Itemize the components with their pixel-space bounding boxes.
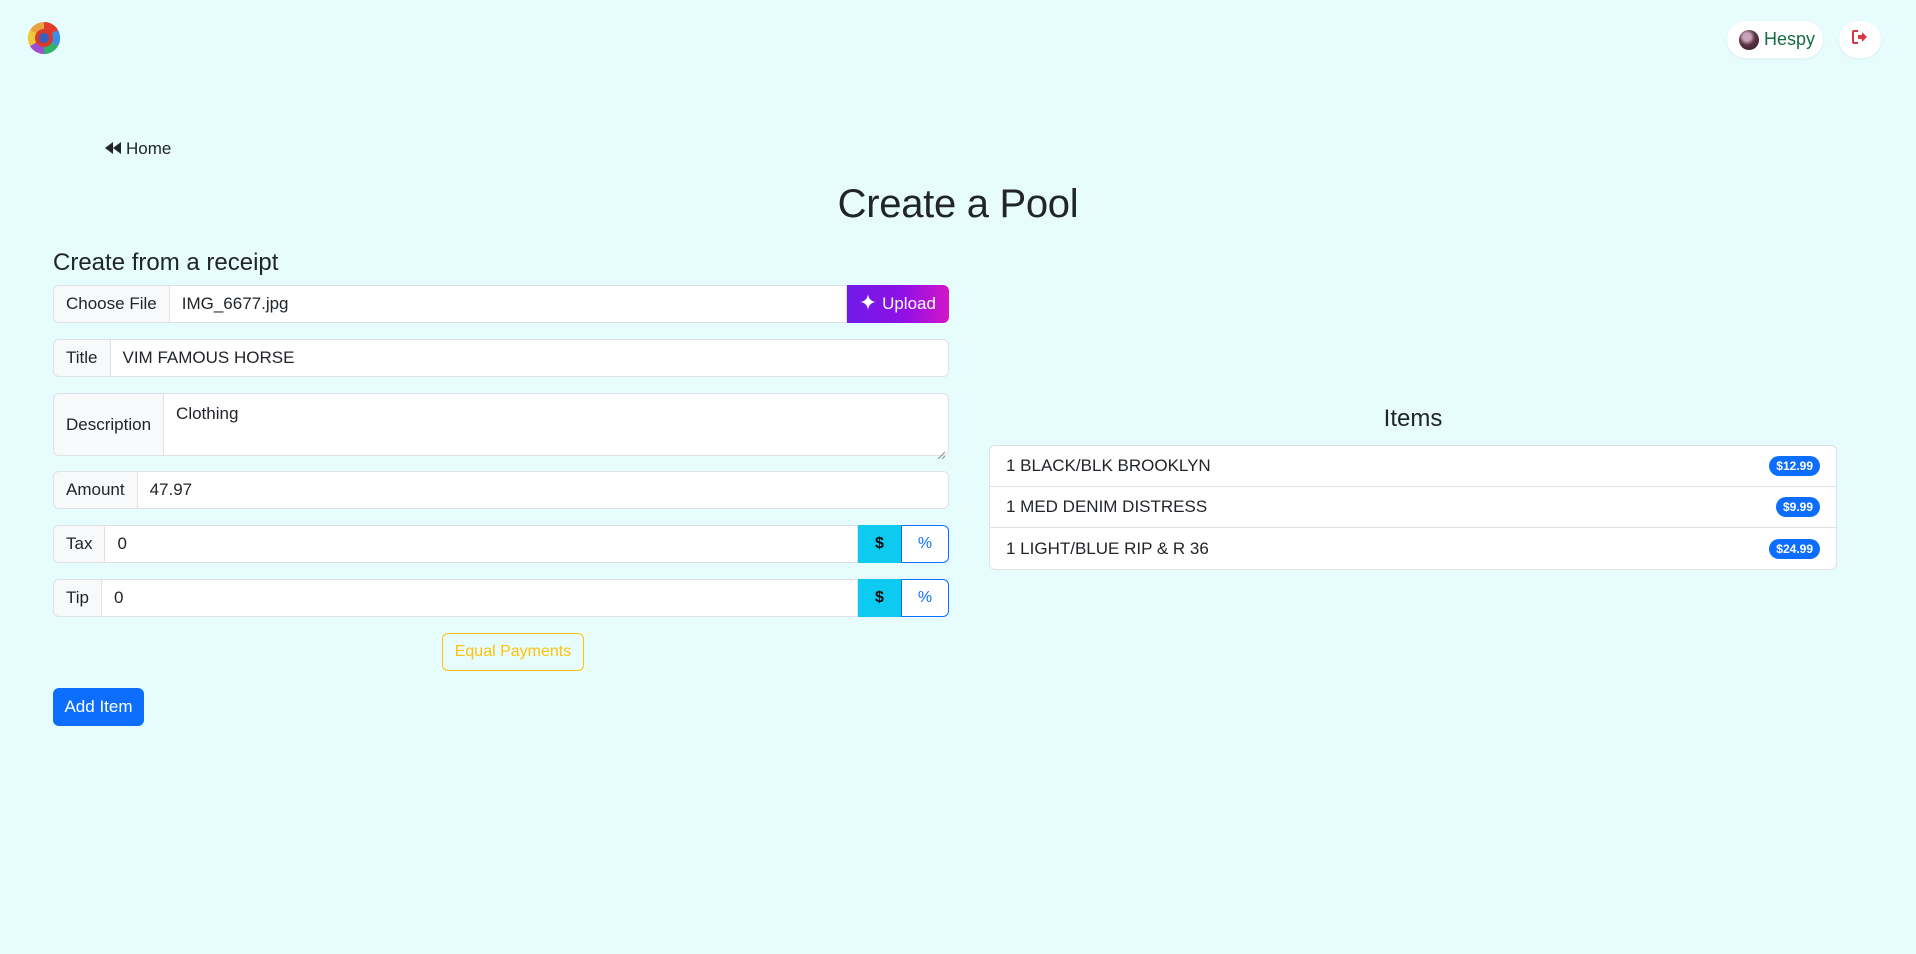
logout-button[interactable]: [1839, 21, 1881, 58]
add-item-button[interactable]: Add Item: [53, 688, 144, 726]
avatar: [1739, 29, 1759, 50]
user-menu-button[interactable]: Hespy: [1727, 21, 1823, 58]
price-badge: $9.99: [1775, 497, 1820, 517]
tip-group: Tip 0 $ %: [53, 579, 949, 617]
tax-input[interactable]: 0: [104, 525, 858, 563]
list-item[interactable]: 1 MED DENIM DISTRESS $9.99: [990, 487, 1836, 528]
file-name-field[interactable]: IMG_6677.jpg: [168, 285, 847, 323]
section-title: Create from a receipt: [53, 249, 279, 276]
description-label: Description: [53, 393, 164, 456]
page-title: Create a Pool: [837, 182, 1079, 226]
description-value: Clothing: [176, 404, 239, 423]
price-badge: $24.99: [1769, 538, 1820, 559]
amount-group: Amount 47.97: [53, 471, 949, 509]
upload-label: Upload: [882, 294, 936, 313]
tip-dollar-toggle[interactable]: $: [858, 579, 901, 617]
list-item[interactable]: 1 BLACK/BLK BROOKLYN $12.99: [990, 446, 1836, 487]
item-name: 1 LIGHT/BLUE RIP & R 36: [1006, 538, 1209, 558]
sign-out-icon: [1852, 30, 1868, 49]
title-input[interactable]: VIM FAMOUS HORSE: [109, 339, 949, 377]
backward-icon: [105, 139, 122, 159]
upload-button[interactable]: Upload: [847, 285, 949, 323]
tax-percent-toggle[interactable]: %: [901, 525, 949, 563]
title-group: Title VIM FAMOUS HORSE: [53, 339, 949, 377]
user-name: Hespy: [1764, 29, 1816, 49]
price-badge: $12.99: [1769, 456, 1820, 476]
tax-label: Tax: [53, 525, 105, 563]
item-name: 1 MED DENIM DISTRESS: [1006, 497, 1208, 516]
description-textarea[interactable]: Clothing: [163, 393, 949, 460]
home-label: Home: [126, 139, 172, 158]
items-title: Items: [1383, 405, 1443, 432]
home-link[interactable]: Home: [105, 139, 171, 159]
equal-payments-button[interactable]: Equal Payments: [442, 633, 584, 671]
app-logo-icon[interactable]: [27, 21, 61, 55]
amount-input[interactable]: 47.97: [136, 471, 949, 509]
tax-dollar-toggle[interactable]: $: [858, 525, 901, 563]
file-upload-group: Choose File IMG_6677.jpg Upload: [53, 285, 949, 323]
title-label: Title: [53, 339, 110, 377]
resize-handle-icon[interactable]: [937, 444, 946, 460]
sparkle-icon: [860, 293, 877, 315]
tax-group: Tax 0 $ %: [53, 525, 949, 563]
choose-file-button[interactable]: Choose File: [53, 285, 169, 323]
tip-input[interactable]: 0: [101, 579, 858, 617]
tip-label: Tip: [53, 579, 101, 617]
items-list: 1 BLACK/BLK BROOKLYN $12.99 1 MED DENIM …: [989, 445, 1837, 570]
description-group: Description Clothing: [53, 393, 949, 460]
amount-label: Amount: [53, 471, 137, 509]
tip-percent-toggle[interactable]: %: [901, 579, 949, 617]
item-name: 1 BLACK/BLK BROOKLYN: [1006, 456, 1211, 475]
list-item[interactable]: 1 LIGHT/BLUE RIP & R 36 $24.99: [990, 528, 1836, 569]
